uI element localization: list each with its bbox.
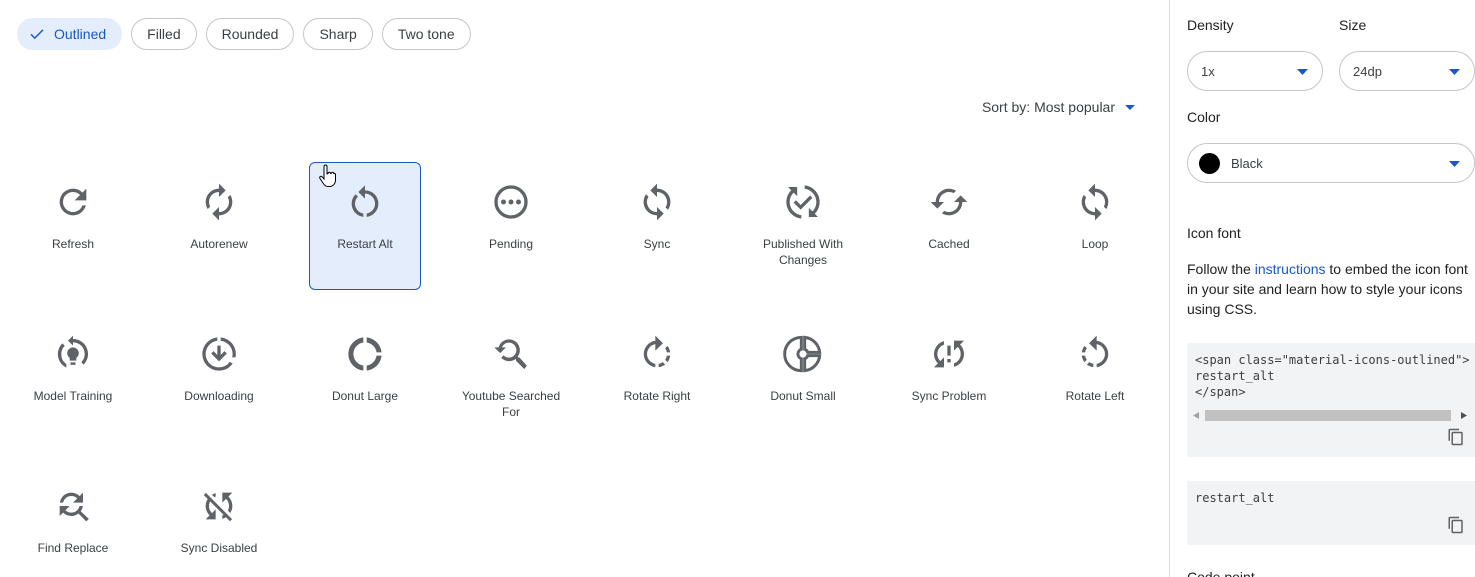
chip-filled[interactable]: Filled — [131, 18, 197, 50]
icon-label: Youtube Searched For — [461, 389, 561, 419]
icon-cell-refresh[interactable]: Refresh — [17, 162, 129, 290]
icon-label: Donut Large — [331, 389, 399, 403]
caret-down-icon — [1297, 69, 1308, 75]
sync-icon — [643, 183, 671, 221]
icon-label: Loop — [1081, 237, 1109, 251]
chip-label: Rounded — [221, 26, 279, 42]
icon-label: Donut Small — [770, 389, 836, 403]
downloading-icon — [202, 337, 236, 371]
scrollbar-thumb[interactable] — [1205, 410, 1451, 421]
autorenew-icon — [205, 183, 233, 221]
icon-label: Published With Changes — [762, 237, 844, 267]
chip-label: Sharp — [319, 26, 357, 42]
color-label: Color — [1187, 109, 1221, 125]
icon-cell-cached[interactable]: Cached — [893, 162, 1005, 290]
style-chips: Outlined Filled Rounded Sharp Two tone — [17, 18, 471, 50]
copy-icon[interactable] — [1447, 428, 1465, 446]
hand-cursor-icon — [319, 164, 336, 187]
density-label: Density — [1187, 17, 1234, 33]
ligature-text: restart_alt — [1195, 491, 1275, 505]
caret-down-icon — [1125, 105, 1135, 110]
icon-cell-rotate-right[interactable]: Rotate Right — [601, 314, 713, 442]
icon-cell-sync-disabled[interactable]: Sync Disabled — [163, 466, 275, 577]
density-select[interactable]: 1x — [1187, 51, 1323, 91]
size-label: Size — [1339, 17, 1367, 33]
description-text: Follow the — [1187, 261, 1255, 277]
icon-label: Refresh — [51, 237, 95, 251]
icon-label: Restart Alt — [337, 237, 393, 251]
chip-sharp[interactable]: Sharp — [303, 18, 373, 50]
copy-icon[interactable] — [1447, 516, 1465, 534]
sort-label: Sort by: Most popular — [981, 99, 1115, 115]
cached-icon — [930, 188, 968, 216]
caret-down-icon — [1449, 69, 1460, 75]
icon-cell-autorenew[interactable]: Autorenew — [163, 162, 275, 290]
icon-cell-loop[interactable]: Loop — [1039, 162, 1151, 290]
scroll-left-icon — [1193, 412, 1199, 419]
icon-label: Rotate Left — [1065, 389, 1125, 403]
icon-label: Rotate Right — [623, 389, 691, 403]
model-training-icon — [57, 335, 89, 368]
icon-font-description: Follow the instructions to embed the ico… — [1187, 259, 1469, 319]
icon-cell-rotate-left[interactable]: Rotate Left — [1039, 314, 1151, 442]
rotate-left-icon — [1081, 335, 1109, 368]
instructions-link[interactable]: instructions — [1255, 261, 1326, 277]
icon-label: Pending — [488, 237, 534, 251]
density-value: 1x — [1201, 63, 1215, 79]
icon-label: Autorenew — [190, 237, 248, 251]
chip-label: Outlined — [54, 26, 107, 42]
icon-font-heading: Icon font — [1187, 225, 1241, 241]
icon-cell-sync-problem[interactable]: Sync Problem — [893, 314, 1005, 442]
icon-cell-find-replace[interactable]: Find Replace — [17, 466, 129, 577]
size-value: 24dp — [1353, 63, 1382, 79]
icon-label: Sync Disabled — [180, 541, 258, 555]
size-select[interactable]: 24dp — [1339, 51, 1475, 91]
donut-small-icon — [783, 335, 822, 373]
icon-cell-downloading[interactable]: Downloading — [163, 314, 275, 442]
pending-icon — [494, 185, 528, 219]
icon-label: Downloading — [184, 389, 254, 403]
color-value: Black — [1231, 155, 1263, 171]
published-with-changes-icon — [786, 185, 820, 219]
code-snippet: <span class="material-icons-outlined"> r… — [1195, 353, 1470, 399]
ligature-box: restart_alt — [1187, 481, 1475, 545]
rotate-right-icon — [643, 335, 671, 368]
chip-two-tone[interactable]: Two tone — [381, 18, 471, 50]
icon-label: Sync Problem — [911, 389, 987, 403]
icon-cell-pending[interactable]: Pending — [455, 162, 567, 290]
icon-label: Cached — [928, 237, 970, 251]
icon-detail-panel: Density Size 1x 24dp Color Black Icon fo… — [1169, 0, 1475, 577]
scroll-right-icon — [1461, 412, 1467, 419]
icon-cell-donut-small[interactable]: Donut Small — [747, 314, 859, 442]
color-swatch — [1199, 152, 1220, 174]
chip-label: Two tone — [397, 26, 455, 42]
sync-disabled-icon — [203, 492, 233, 522]
icon-cell-donut-large[interactable]: Donut Large — [309, 314, 421, 442]
horizontal-scrollbar[interactable] — [1193, 410, 1467, 421]
icon-cell-published-with-changes[interactable]: Published With Changes — [747, 162, 859, 290]
icon-cell-youtube-searched-for[interactable]: Youtube Searched For — [455, 314, 567, 442]
caret-down-icon — [1449, 161, 1460, 167]
color-select[interactable]: Black — [1187, 143, 1475, 183]
icon-label: Sync — [643, 237, 671, 251]
youtube-searched-for-icon — [494, 339, 527, 370]
sort-dropdown[interactable]: Sort by: Most popular — [982, 99, 1135, 115]
find-replace-icon — [59, 492, 89, 522]
chip-label: Filled — [147, 26, 181, 42]
check-icon — [30, 29, 44, 40]
chip-rounded[interactable]: Rounded — [205, 18, 295, 50]
icon-cell-model-training[interactable]: Model Training — [17, 314, 129, 442]
refresh-icon — [59, 188, 87, 216]
icon-label: Find Replace — [37, 541, 109, 555]
code-snippet-box: <span class="material-icons-outlined"> r… — [1187, 343, 1475, 457]
donut-large-icon — [348, 337, 382, 371]
loop-icon — [1081, 183, 1109, 221]
sync-problem-icon — [934, 340, 964, 368]
code-point-heading: Code point — [1187, 569, 1255, 577]
restart-alt-icon — [351, 185, 379, 217]
icon-label: Model Training — [33, 389, 113, 403]
icon-cell-sync[interactable]: Sync — [601, 162, 713, 290]
chip-outlined[interactable]: Outlined — [17, 18, 123, 50]
